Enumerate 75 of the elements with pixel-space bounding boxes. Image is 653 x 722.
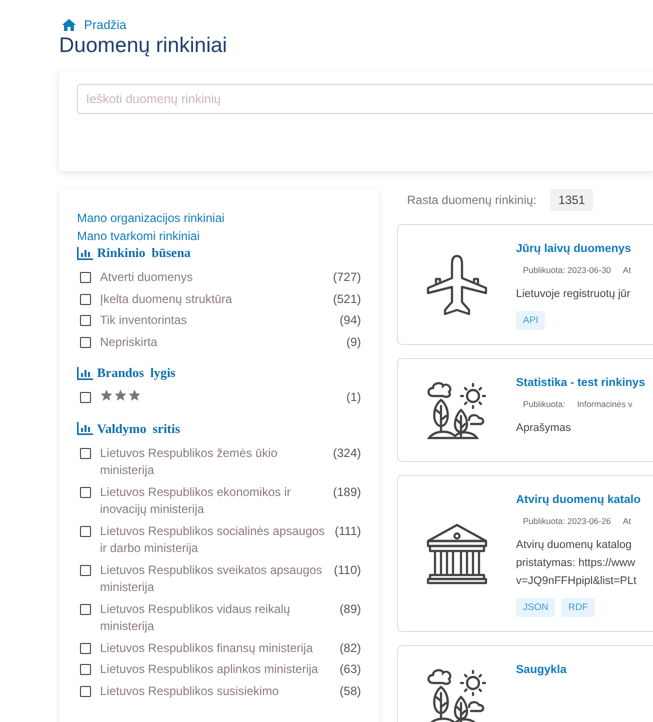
filter-label: Tik inventorintas (100, 312, 188, 329)
search-field[interactable]: Ieškoti duomenų rinkinių (77, 84, 653, 114)
dataset-title[interactable]: Statistika - test rinkinys (516, 377, 646, 389)
filter-count: (82) (340, 640, 361, 656)
filter-label: Atverti duomenys (100, 269, 194, 286)
filter-count: (89) (340, 600, 361, 618)
result-count: 1351 (550, 189, 594, 211)
checkbox[interactable] (80, 486, 91, 498)
star-icon (128, 389, 141, 402)
chart-icon (77, 422, 93, 435)
airplane-icon (426, 254, 488, 316)
dataset-description: Lietuvoje registruotų jūr (516, 287, 632, 302)
filter-count: (521) (332, 290, 361, 308)
filter-count: (189) (332, 484, 361, 500)
dataset-title[interactable]: Saugykla (516, 664, 566, 676)
format-tag[interactable]: JSON (516, 598, 556, 617)
trees-icon (427, 380, 487, 440)
result-count-label: Rasta duomenų rinkinių: (407, 193, 536, 207)
filter-label: Lietuvos Respublikos socialinės apsaugos ir darbo ministerija (100, 522, 326, 557)
filter-count: (63) (340, 661, 361, 678)
filter-heading: Valdymo sritis (97, 420, 180, 436)
dataset-meta: At (622, 516, 631, 526)
checkbox[interactable] (80, 564, 91, 576)
checkbox[interactable] (80, 686, 91, 696)
star-icon (100, 389, 113, 402)
filter-label: Lietuvos Respublikos susisiekimo (100, 682, 280, 700)
dataset-meta: At (622, 265, 631, 275)
page-title: Duomenų rinkiniai (59, 34, 228, 58)
checkbox[interactable] (80, 664, 91, 675)
filter-label: Lietuvos Respublikos sveikatos apsaugos ministerija (100, 562, 324, 596)
filter-label: Lietuvos Respublikos vidaus reikalų ministerija (100, 600, 292, 635)
checkbox[interactable] (80, 315, 91, 326)
filter-count: (727) (332, 269, 361, 286)
filter-count: (111) (334, 522, 361, 540)
filter-count: (110) (334, 562, 361, 578)
chart-icon (77, 366, 93, 380)
dataset-title[interactable]: Jūrų laivų duomenys (516, 243, 632, 255)
checkbox[interactable] (80, 392, 91, 403)
building-icon (426, 522, 488, 584)
format-tag[interactable]: RDF (561, 598, 595, 617)
dataset-meta: Informacinės v (577, 399, 632, 409)
filter-heading: Rinkinio būsena (97, 245, 191, 261)
checkbox[interactable] (80, 272, 91, 283)
filter-label: Lietuvos Respublikos finansų ministerija (100, 640, 314, 656)
checkbox[interactable] (80, 642, 91, 654)
dataset-title[interactable]: Atvirų duomenų katalo (516, 494, 641, 506)
filter-label: Nepriskirta (100, 334, 158, 350)
dataset-description: Atvirų duomenų katalog pristatymas: https://www v=JQ9nFFHpipl&list=PLt (516, 538, 638, 589)
filter-label: Lietuvos Respublikos aplinkos ministerija (100, 661, 320, 678)
dataset-meta: Publikuota: (523, 399, 566, 409)
star-icon (114, 389, 127, 402)
chart-icon (77, 246, 93, 260)
home-icon[interactable] (62, 19, 76, 31)
filter-label: Lietuvos Respublikos ekonomikos ir inovacijų ministerija (100, 484, 292, 518)
checkbox[interactable] (80, 526, 91, 536)
filter-heading: Brandos lygis (97, 365, 176, 381)
dataset-meta: Publikuota: 2023-06-30 (523, 265, 611, 275)
checkbox[interactable] (80, 294, 91, 304)
filter-count: (94) (340, 312, 361, 329)
checkbox[interactable] (80, 448, 91, 458)
sidebar-link[interactable]: Mano tvarkomi rinkiniai (77, 227, 200, 245)
checkbox[interactable] (80, 336, 91, 348)
filter-label: Lietuvos Respublikos žemės ūkio ministerija (100, 444, 278, 479)
filter-count: (58) (340, 682, 361, 700)
filter-label: Įkelta duomenų struktūra (100, 290, 234, 308)
dataset-description: Aprašymas (516, 421, 572, 436)
filter-count: (324) (332, 444, 361, 462)
filter-count: (9) (346, 334, 361, 350)
filter-count: (1) (346, 389, 361, 406)
trees-icon (427, 667, 487, 722)
breadcrumb-link[interactable]: Pradžia (84, 18, 126, 32)
dataset-meta: Publikuota: 2023-06-26 (523, 516, 611, 526)
format-tag[interactable]: API (516, 311, 546, 330)
checkbox[interactable] (80, 604, 91, 614)
sidebar-link[interactable]: Mano organizacijos rinkiniai (77, 209, 224, 227)
